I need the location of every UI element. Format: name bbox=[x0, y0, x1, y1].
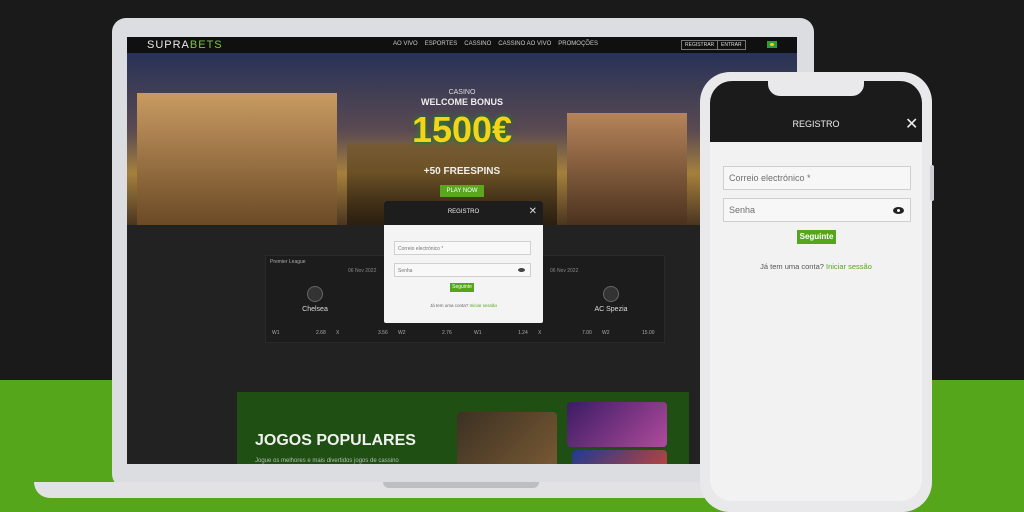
odds-label: W2 bbox=[398, 330, 406, 336]
password-field[interactable]: Senha bbox=[394, 263, 531, 277]
site-logo[interactable]: SUPRABETS bbox=[147, 39, 223, 51]
eye-icon[interactable] bbox=[518, 268, 525, 272]
next-button[interactable]: Seguinte bbox=[450, 283, 474, 292]
game-thumbnail[interactable] bbox=[572, 450, 667, 464]
password-placeholder: Senha bbox=[398, 268, 413, 274]
odds-value[interactable]: 3.56 bbox=[378, 330, 388, 336]
game-thumbnail[interactable] bbox=[567, 402, 667, 447]
popular-games-title: JOGOS POPULARES bbox=[255, 432, 416, 449]
hero-banner: CASINO WELCOME BONUS 1500€ +50 FREESPINS… bbox=[127, 53, 797, 225]
odds-label: W1 bbox=[272, 330, 280, 336]
phone-notch bbox=[768, 81, 864, 96]
hero-freespins: +50 FREESPINS bbox=[423, 166, 501, 177]
login-prompt: Já tem uma conta? Iniciar sessão bbox=[710, 262, 922, 271]
popular-games-subtitle: Jogue os melhores e mais divertidos jogo… bbox=[255, 458, 399, 464]
odds-value[interactable]: 2.76 bbox=[442, 330, 452, 336]
odds-label: X bbox=[336, 330, 340, 336]
hero-casino-label: CASINO bbox=[448, 89, 476, 96]
close-icon[interactable]: ✕ bbox=[905, 114, 918, 134]
odds-value[interactable]: 2.68 bbox=[316, 330, 326, 336]
next-button[interactable]: Seguinte bbox=[797, 230, 836, 244]
phone-screen: REGISTRO ✕ Correio electrónico * Senha S… bbox=[710, 81, 922, 501]
login-prompt-text: Já tem uma conta? bbox=[760, 262, 824, 271]
phone-modal-title: REGISTRO bbox=[792, 119, 840, 129]
match-date: 06 Nov 2022 bbox=[550, 268, 579, 274]
email-field[interactable]: Correio electrónico * bbox=[394, 241, 531, 255]
odds-value[interactable]: 7.00 bbox=[582, 330, 592, 336]
register-button[interactable]: REGISTRAR bbox=[681, 40, 719, 50]
odds-value[interactable]: 15.00 bbox=[642, 330, 655, 336]
modal-header: REGISTRO ✕ bbox=[384, 201, 543, 225]
email-field[interactable]: Correio electrónico * bbox=[723, 166, 911, 190]
password-placeholder: Senha bbox=[729, 205, 756, 215]
laptop-notch bbox=[383, 482, 539, 488]
popular-games-section: JOGOS POPULARES Jogue os melhores e mais… bbox=[237, 392, 689, 464]
site-header: SUPRABETS AO VIVO ESPORTES CASSINO CASSI… bbox=[127, 37, 797, 53]
odds-label: X bbox=[538, 330, 542, 336]
odds-label: W2 bbox=[602, 330, 610, 336]
login-link[interactable]: Iniciar sessão bbox=[826, 262, 872, 271]
close-icon[interactable]: ✕ bbox=[529, 206, 537, 217]
nav-item-promocoes[interactable]: PROMOÇÕES bbox=[558, 41, 598, 47]
nav-item-ao-vivo[interactable]: AO VIVO bbox=[393, 41, 418, 47]
nav-item-cassino[interactable]: CASSINO bbox=[464, 41, 491, 47]
team-name: AC Spezia bbox=[594, 306, 628, 313]
team-name: Chelsea bbox=[302, 306, 328, 313]
login-prompt-text: Já tem uma conta? bbox=[429, 303, 469, 308]
login-button[interactable]: ENTRAR bbox=[717, 40, 746, 50]
odds-label: W1 bbox=[474, 330, 482, 336]
nav-item-esportes[interactable]: ESPORTES bbox=[425, 41, 458, 47]
play-now-button[interactable]: PLAY NOW bbox=[440, 185, 484, 197]
nav-item-cassino-ao-vivo[interactable]: CASSINO AO VIVO bbox=[498, 41, 551, 47]
league-name: Premier League bbox=[270, 259, 306, 265]
chelsea-badge-icon bbox=[307, 286, 323, 302]
hero-bonus-title: WELCOME BONUS bbox=[421, 97, 503, 107]
main-nav: AO VIVO ESPORTES CASSINO CASSINO AO VIVO… bbox=[393, 41, 598, 47]
odds-value[interactable]: 1.24 bbox=[518, 330, 528, 336]
game-thumbnail[interactable] bbox=[457, 412, 557, 464]
laptop-screen: SUPRABETS AO VIVO ESPORTES CASSINO CASSI… bbox=[127, 37, 797, 464]
registration-modal: REGISTRO ✕ Correio electrónico * Senha S… bbox=[384, 201, 543, 323]
brazil-flag-icon[interactable] bbox=[767, 41, 777, 48]
match-date: 06 Nov 2022 bbox=[348, 268, 377, 274]
password-field[interactable]: Senha bbox=[723, 198, 911, 222]
hero-bonus-amount: 1500€ bbox=[411, 109, 513, 150]
login-link[interactable]: Iniciar sessão bbox=[470, 303, 498, 308]
eye-icon[interactable] bbox=[893, 207, 904, 214]
login-prompt: Já tem uma conta? Iniciar sessão bbox=[384, 303, 543, 308]
spezia-badge-icon bbox=[603, 286, 619, 302]
phone-side-button bbox=[930, 165, 934, 201]
modal-title: REGISTRO bbox=[447, 209, 480, 215]
